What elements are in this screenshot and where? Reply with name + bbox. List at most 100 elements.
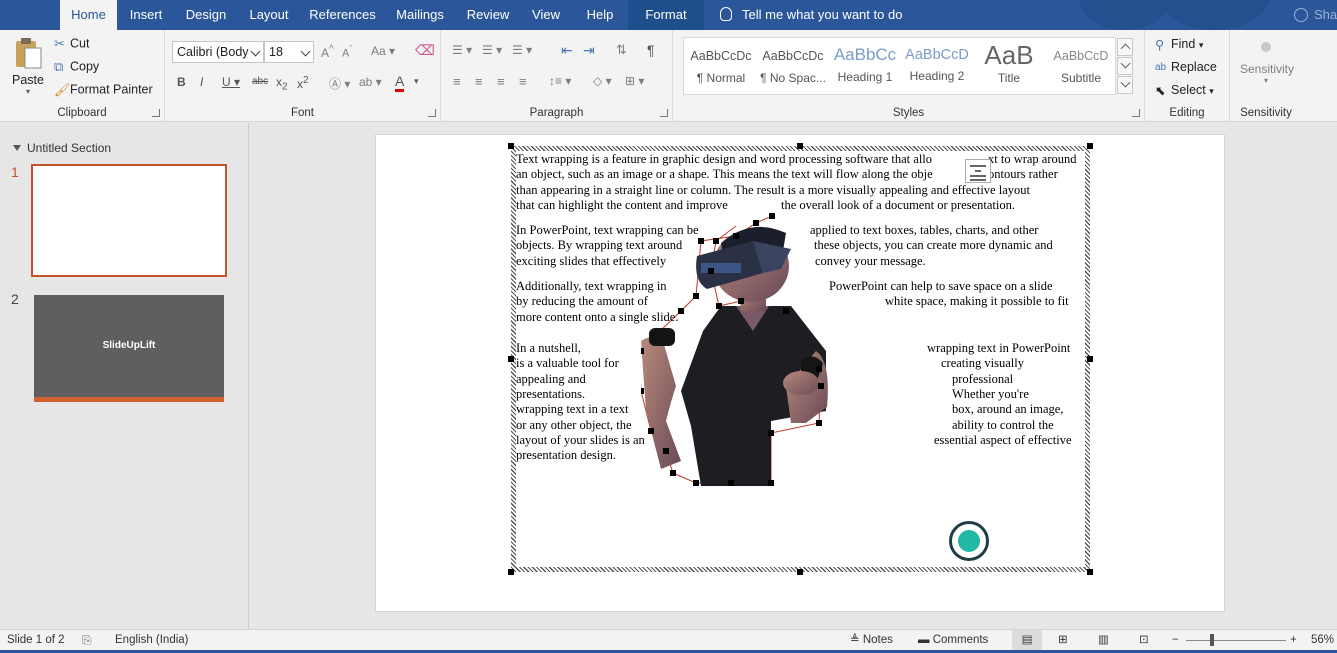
copy-button[interactable]: ⧉ Copy: [54, 59, 99, 75]
layout-options-icon[interactable]: [965, 159, 991, 183]
sensitivity-icon: [1261, 42, 1271, 52]
slide-thumbnail-1[interactable]: [31, 164, 227, 277]
style-no-spacing[interactable]: AaBbCcDc ¶ No Spac...: [758, 41, 828, 93]
zoom-slider-track[interactable]: [1186, 640, 1286, 641]
style-heading-1[interactable]: AaBbCc Heading 1: [830, 41, 900, 93]
tab-insert[interactable]: Insert: [117, 0, 175, 30]
sort-icon[interactable]: ⇅: [616, 42, 627, 58]
selected-object-frame[interactable]: Text wrapping is a feature in graphic de…: [508, 143, 1093, 575]
resize-handle[interactable]: [1087, 143, 1093, 149]
bold-icon[interactable]: B: [177, 75, 186, 89]
increase-indent-icon[interactable]: ⇥: [583, 42, 595, 59]
notes-button[interactable]: ≜ Notes: [850, 630, 893, 650]
cut-button[interactable]: ✂ Cut: [54, 36, 89, 52]
reading-view-button[interactable]: ▥: [1098, 630, 1109, 650]
font-color-icon[interactable]: A: [395, 73, 405, 92]
select-button[interactable]: ⬉ Select ▾: [1155, 83, 1214, 98]
normal-view-button[interactable]: ▤: [1012, 630, 1042, 650]
justify-icon[interactable]: ≡: [519, 74, 527, 89]
tab-references[interactable]: References: [301, 0, 384, 30]
section-header[interactable]: Untitled Section: [13, 141, 111, 155]
style-name: Heading 2: [909, 69, 965, 83]
resize-handle[interactable]: [1087, 356, 1093, 362]
styles-scroll-down-button[interactable]: [1117, 57, 1133, 75]
align-right-icon[interactable]: ≡: [497, 74, 505, 89]
italic-icon[interactable]: I: [200, 75, 203, 89]
styles-scroll-up-button[interactable]: [1117, 38, 1133, 56]
style-title[interactable]: AaB Title: [974, 40, 1044, 93]
tab-view[interactable]: View: [520, 0, 572, 30]
text-line: In a nutshell,: [516, 341, 581, 355]
borders-icon[interactable]: ⊞ ▾: [625, 74, 644, 88]
tab-design[interactable]: Design: [175, 0, 237, 30]
highlight-color-icon[interactable]: ab ▾: [359, 75, 382, 89]
style-subtitle[interactable]: AaBbCcD Subtitle: [1046, 41, 1116, 93]
chevron-down-icon[interactable]: ▾: [414, 76, 419, 87]
numbering-icon[interactable]: ☰ ▾: [482, 43, 502, 57]
zoom-slider-thumb[interactable]: [1210, 634, 1214, 646]
dialog-launcher-icon[interactable]: [428, 109, 436, 117]
pilcrow-icon[interactable]: ¶: [647, 42, 655, 58]
resize-handle[interactable]: [508, 143, 514, 149]
change-case-button[interactable]: Aa ▾: [371, 44, 395, 58]
replace-button[interactable]: ab Replace: [1155, 60, 1217, 74]
find-button[interactable]: ⚲ Find ▾: [1155, 37, 1203, 52]
align-center-icon[interactable]: ≡: [475, 74, 483, 89]
multilevel-list-icon[interactable]: ☰ ▾: [512, 43, 532, 57]
resize-handle[interactable]: [508, 569, 514, 575]
resize-handle[interactable]: [1087, 569, 1093, 575]
shading-icon[interactable]: ◇ ▾: [593, 74, 612, 88]
zoom-out-button[interactable]: −: [1172, 630, 1179, 650]
accessibility-icon[interactable]: ⎘: [82, 630, 92, 650]
resize-handle[interactable]: [797, 569, 803, 575]
slideshow-button[interactable]: ⊡: [1139, 630, 1149, 650]
zoom-level[interactable]: 56%: [1311, 630, 1334, 650]
editing-group-label: Editing: [1169, 107, 1205, 119]
tab-layout[interactable]: Layout: [237, 0, 301, 30]
tab-format[interactable]: Format: [628, 0, 704, 30]
decrease-indent-icon[interactable]: ⇤: [561, 42, 573, 59]
format-painter-button[interactable]: 🖌Format Painter: [54, 82, 153, 98]
tab-help[interactable]: Help: [572, 0, 628, 30]
style-normal[interactable]: AaBbCcDc ¶ Normal: [686, 41, 756, 93]
tell-me-search[interactable]: Tell me what you want to do: [720, 0, 902, 30]
zoom-in-button[interactable]: +: [1290, 630, 1297, 650]
strikethrough-icon[interactable]: abc: [252, 76, 268, 87]
align-left-icon[interactable]: ≡: [453, 74, 461, 89]
subscript-icon[interactable]: x2: [276, 75, 288, 92]
sensitivity-button[interactable]: Sensitivity ▾: [1240, 42, 1294, 85]
paste-button[interactable]: Paste ▾: [10, 36, 46, 98]
bullets-icon[interactable]: ☰ ▾: [452, 43, 472, 57]
tell-me-label: Tell me what you want to do: [742, 7, 903, 22]
background-decoration: [1080, 0, 1170, 30]
grow-font-icon[interactable]: A^: [321, 44, 334, 60]
underline-icon[interactable]: U ▾: [222, 75, 240, 89]
resize-handle[interactable]: [797, 143, 803, 149]
slide-sorter-button[interactable]: ⊞: [1058, 630, 1068, 650]
superscript-icon[interactable]: x2: [297, 75, 309, 91]
font-name-select[interactable]: Calibri (Body: [172, 41, 264, 63]
resize-handle[interactable]: [508, 356, 514, 362]
style-heading-2[interactable]: AaBbCcD Heading 2: [902, 41, 972, 93]
comments-button[interactable]: ▬ Comments: [918, 630, 988, 650]
styles-more-button[interactable]: [1117, 76, 1133, 94]
slideshow-icon: ⊡: [1139, 634, 1149, 646]
line-spacing-icon[interactable]: ↕≡ ▾: [549, 74, 571, 88]
loop-logo-icon[interactable]: [949, 521, 989, 561]
font-size-select[interactable]: 18: [264, 41, 314, 63]
tab-review[interactable]: Review: [456, 0, 520, 30]
share-button[interactable]: Shar: [1292, 0, 1337, 30]
dialog-launcher-icon[interactable]: [1132, 109, 1140, 117]
clear-formatting-icon[interactable]: ⌫: [415, 42, 435, 59]
magnifier-icon: ⚲: [1155, 38, 1165, 53]
language-indicator[interactable]: English (India): [115, 630, 189, 650]
slide-thumbnail-2[interactable]: SlideUpLift: [34, 295, 224, 402]
tab-home[interactable]: Home: [60, 0, 117, 30]
text-effects-icon[interactable]: Ⓐ ▾: [329, 75, 350, 92]
slide-canvas[interactable]: Text wrapping is a feature in graphic de…: [375, 134, 1225, 612]
dialog-launcher-icon[interactable]: [152, 109, 160, 117]
tab-mailings[interactable]: Mailings: [384, 0, 456, 30]
dialog-launcher-icon[interactable]: [660, 109, 668, 117]
share-label: Shar: [1314, 7, 1337, 22]
shrink-font-icon[interactable]: Aˇ: [342, 44, 352, 60]
